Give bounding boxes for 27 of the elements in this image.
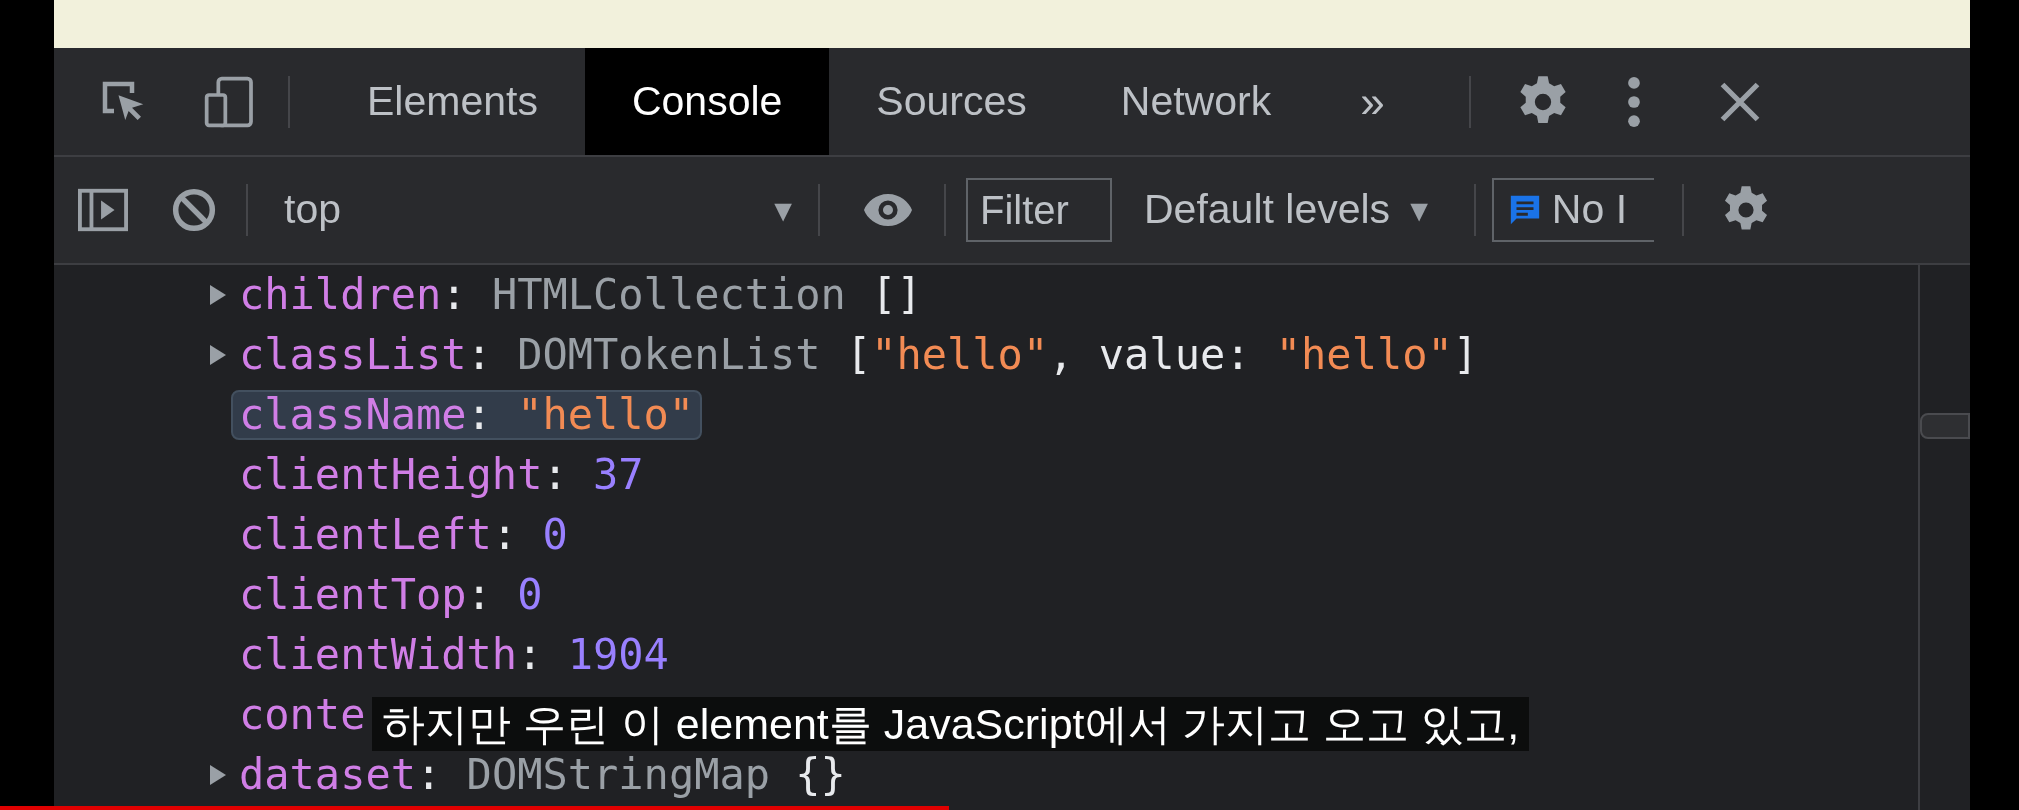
scrollbar-thumb[interactable] (1920, 413, 1970, 439)
tab[interactable]: Sources (829, 48, 1074, 155)
expand-arrow-icon[interactable] (209, 344, 227, 366)
property-line: clientWidth: 1904 (238, 630, 670, 680)
subtitle: 하지만 우린 이 element를 JavaScript에서 가지고 오고 있고, (372, 697, 1530, 751)
property-line: conte (238, 690, 367, 740)
property-line: clientLeft: 0 (238, 510, 569, 560)
more-options-icon[interactable] (1626, 74, 1641, 129)
tab[interactable]: Network (1073, 48, 1319, 155)
filter-field[interactable]: Filter (966, 178, 1112, 242)
sidebar-toggle-icon[interactable] (78, 188, 128, 232)
close-icon[interactable] (1718, 80, 1761, 123)
property-line: dataset: DOMStringMap {} (238, 750, 847, 800)
eye-icon[interactable] (862, 192, 914, 228)
context-select[interactable]: top ▼ (278, 179, 798, 241)
more-tabs-button[interactable]: » (1348, 68, 1397, 135)
property-line: children: HTMLCollection [] (238, 270, 923, 320)
property-line: clientHeight: 37 (238, 450, 645, 500)
expand-arrow-icon[interactable] (209, 764, 227, 786)
expand-arrow-icon[interactable] (209, 284, 227, 306)
tab[interactable]: Elements (320, 48, 585, 155)
tab[interactable]: Console (584, 48, 830, 155)
clear-console-icon[interactable] (172, 188, 216, 232)
property-line: clientTop: 0 (238, 570, 544, 620)
property-line: classList: DOMTokenList ["hello", value: "hello"] (238, 330, 1480, 380)
log-levels-select[interactable]: Default levels ▼ (1138, 178, 1440, 242)
issues-button[interactable]: No I (1491, 178, 1654, 242)
